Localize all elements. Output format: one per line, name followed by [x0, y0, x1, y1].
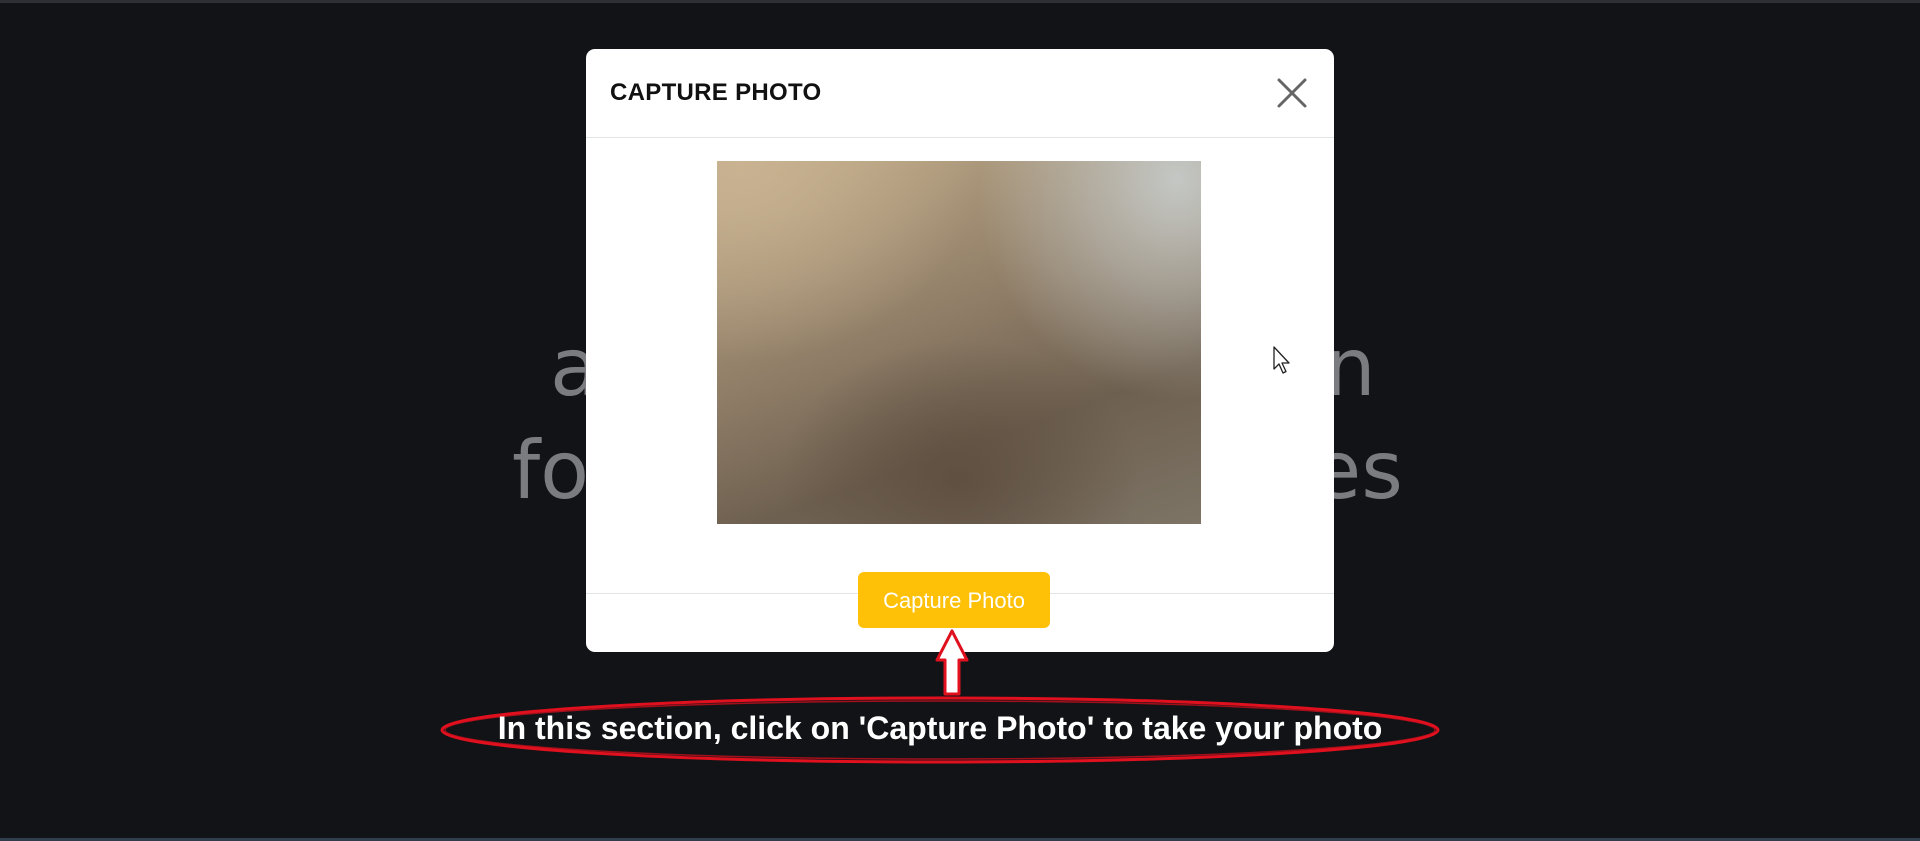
annotation-arrow-icon — [932, 628, 972, 702]
capture-photo-modal: CAPTURE PHOTO Capture Photo — [586, 49, 1334, 652]
modal-title: CAPTURE PHOTO — [610, 79, 822, 106]
modal-body — [586, 138, 1334, 594]
close-icon[interactable] — [1275, 76, 1309, 110]
page-background: a n fo es CAPTURE PHOTO Capture Photo In… — [0, 0, 1920, 841]
background-text-fragment: fo — [512, 424, 590, 517]
mouse-cursor-icon — [1272, 345, 1294, 379]
annotation-instruction-text: In this section, click on 'Capture Photo… — [497, 710, 1383, 746]
modal-header: CAPTURE PHOTO — [586, 49, 1334, 138]
camera-preview — [717, 161, 1201, 524]
capture-photo-button[interactable]: Capture Photo — [858, 572, 1050, 628]
